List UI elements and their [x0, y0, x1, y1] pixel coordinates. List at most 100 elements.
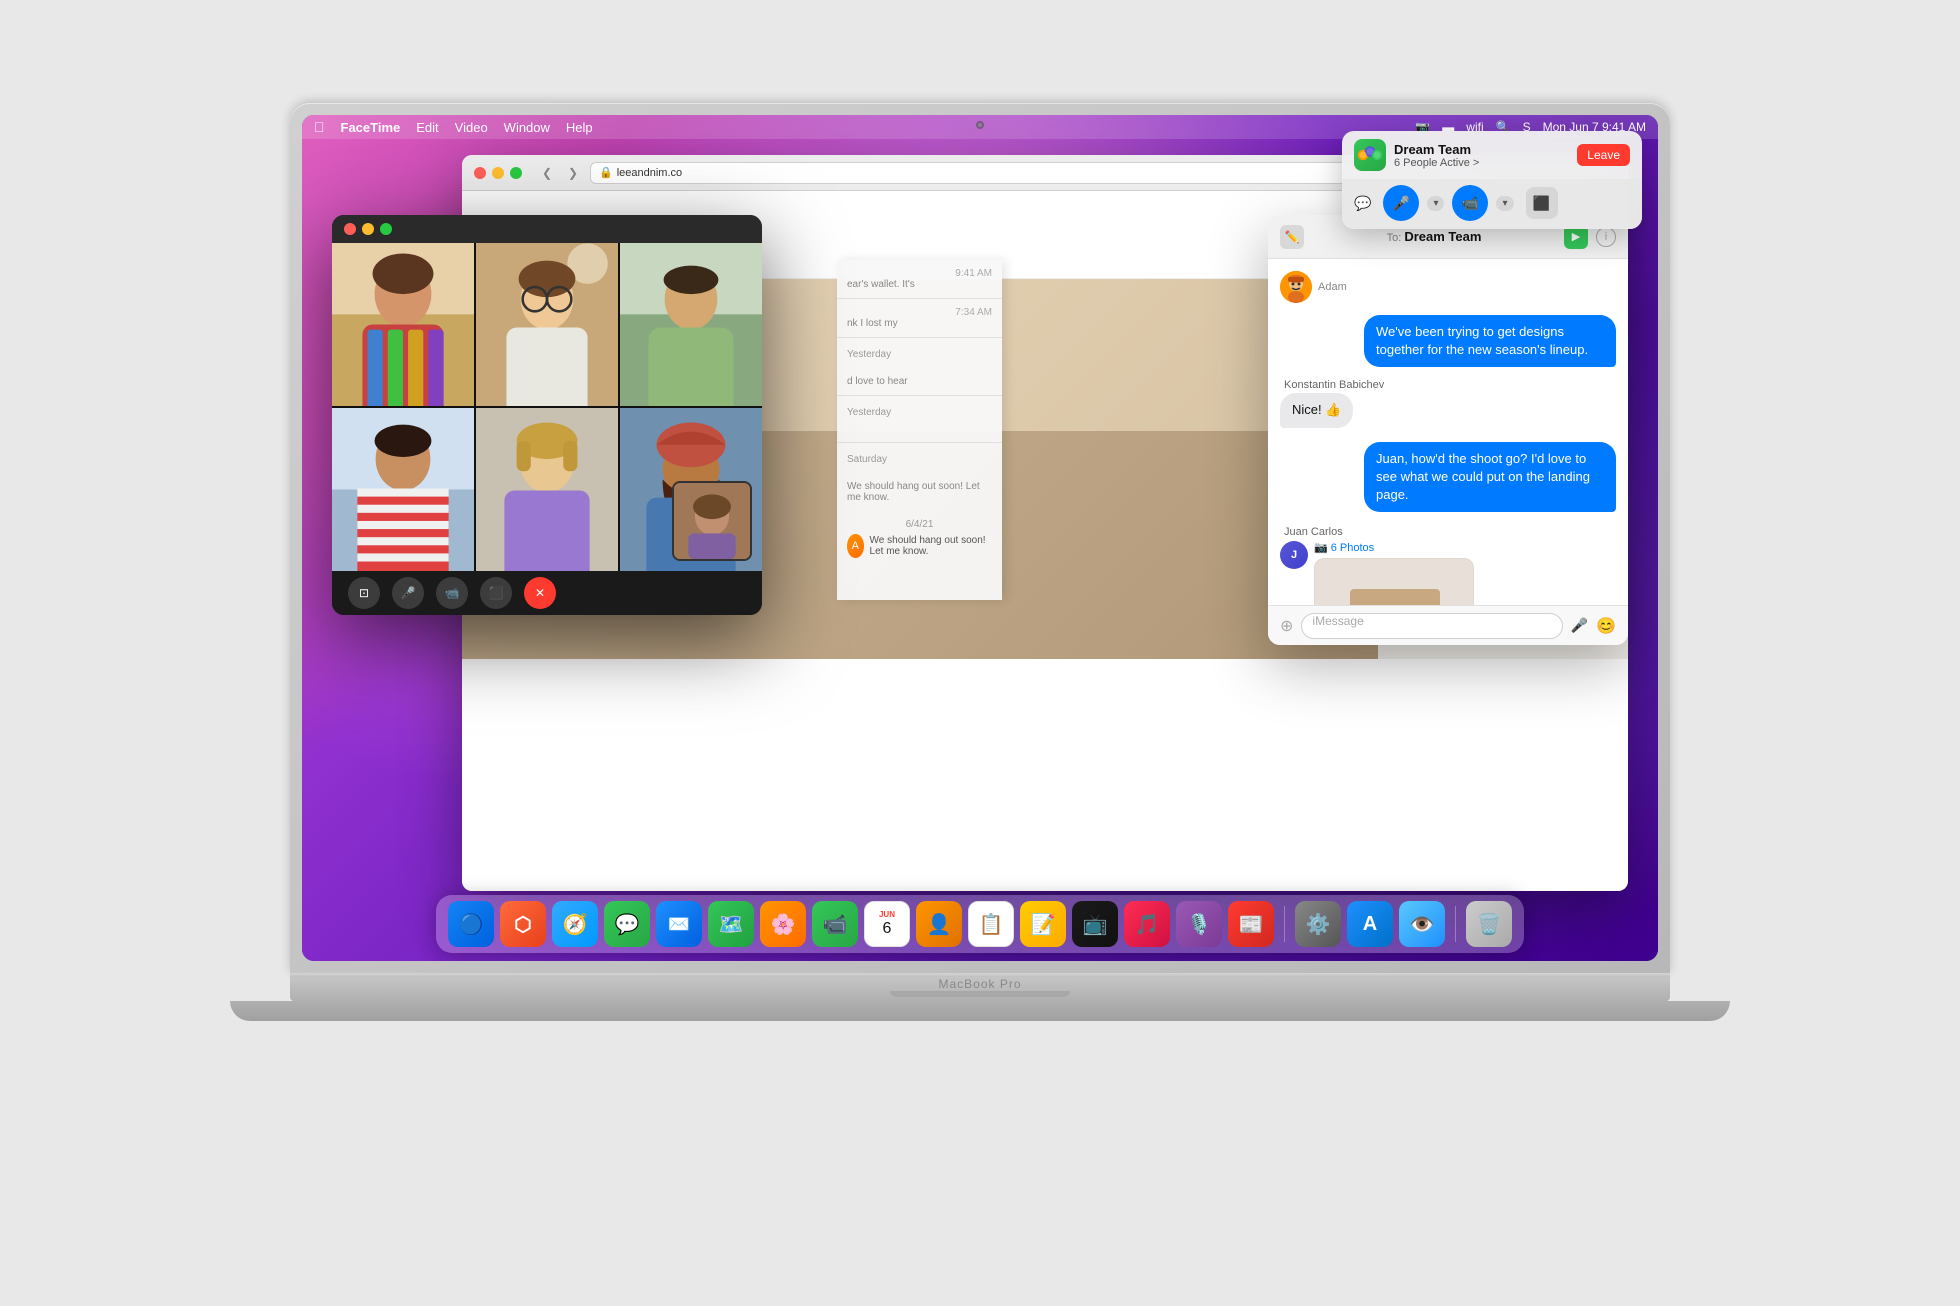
- juan-avatar: J: [1280, 541, 1308, 569]
- dock-systemprefs[interactable]: ⚙️: [1295, 901, 1341, 947]
- facetime-icon-svg: [1356, 141, 1384, 169]
- share-screen-button[interactable]: ⊡: [348, 577, 380, 609]
- video-dropdown[interactable]: ▾: [1496, 196, 1513, 211]
- camera-toggle-button[interactable]: 📹: [436, 577, 468, 609]
- message-bubble-1: We've been trying to get designs togethe…: [1364, 315, 1616, 367]
- conv-item-4[interactable]: [837, 426, 1002, 443]
- dock-maps[interactable]: 🗺️: [708, 901, 754, 947]
- person-1-avatar: [332, 243, 474, 406]
- photo-card[interactable]: ⬆: [1314, 558, 1474, 605]
- dock-appstore[interactable]: A: [1347, 901, 1393, 947]
- conv-time-yesterday2: Yesterday: [837, 396, 1002, 426]
- notification-title: Dream Team: [1394, 142, 1569, 157]
- menubar-left:  FaceTime Edit Video Window Help: [314, 119, 593, 135]
- conv-item-2[interactable]: 7:34 AM nk I lost my: [837, 299, 1002, 338]
- facetime-window: ⊡ 🎤 📹 ⬛ ✕: [332, 215, 762, 615]
- dock-launchpad[interactable]: ⬡: [500, 901, 546, 947]
- url-text[interactable]: leeandnim.co: [617, 167, 682, 179]
- notification-popup: Dream Team 6 People Active > Leave 💬 🎤 ▾: [1342, 131, 1642, 229]
- compose-icon[interactable]: ✏️: [1280, 225, 1304, 249]
- dock-reminders[interactable]: 📋: [968, 901, 1014, 947]
- imessage-placeholder: iMessage: [1312, 614, 1363, 628]
- juan-photos-message: Juan Carlos J 📷 6 Photos: [1280, 526, 1616, 605]
- close-button[interactable]: [474, 167, 486, 179]
- participant-5: [476, 408, 618, 571]
- messages-input-bar: ⊕ iMessage 🎤 😊: [1268, 605, 1628, 645]
- dock-appletv[interactable]: 📺: [1072, 901, 1118, 947]
- ft-minimize-button[interactable]: [362, 223, 374, 235]
- dock-notes[interactable]: 📝: [1020, 901, 1066, 947]
- imessage-input[interactable]: iMessage: [1301, 613, 1562, 639]
- dock-facetime[interactable]: 📹: [812, 901, 858, 947]
- person-3-avatar: [620, 243, 762, 406]
- screen:  FaceTime Edit Video Window Help 📷 ▬ wi…: [302, 115, 1658, 961]
- menu-window[interactable]: Window: [504, 120, 550, 135]
- dock-news[interactable]: 📰: [1228, 901, 1274, 947]
- dock-safari[interactable]: 🧭: [552, 901, 598, 947]
- conv-item-5[interactable]: We should hang out soon! Let me know.: [837, 473, 1002, 511]
- mic-control-button[interactable]: 🎤: [1383, 185, 1419, 221]
- mute-button[interactable]: 🎤: [392, 577, 424, 609]
- ft-maximize-button[interactable]: [380, 223, 392, 235]
- conv-item-3[interactable]: d love to hear: [837, 368, 1002, 396]
- ft-close-button[interactable]: [344, 223, 356, 235]
- apple-logo-icon[interactable]: : [314, 119, 325, 135]
- dock-trash[interactable]: 🗑️: [1466, 901, 1512, 947]
- dock-finder[interactable]: 🔵: [448, 901, 494, 947]
- end-call-button[interactable]: ✕: [524, 577, 556, 609]
- dock-photos[interactable]: 🌸: [760, 901, 806, 947]
- effects-button[interactable]: ⬛: [480, 577, 512, 609]
- audio-dropdown[interactable]: ▾: [1427, 196, 1444, 211]
- audio-input-icon[interactable]: 🎤: [1571, 617, 1588, 634]
- dock-podcasts[interactable]: 🎙️: [1176, 901, 1222, 947]
- conv-time-saturday: Saturday: [837, 443, 1002, 473]
- messages-panel: ✏️ To: Dream Team ▶ i: [1268, 215, 1628, 645]
- app-name[interactable]: FaceTime: [341, 120, 401, 135]
- address-bar[interactable]: 🔒 leeandnim.co: [590, 162, 1449, 184]
- message-bubble-3: Juan, how'd the shoot go? I'd love to se…: [1364, 442, 1616, 513]
- apps-icon[interactable]: ⊕: [1280, 616, 1293, 636]
- person-5-avatar: [476, 408, 618, 571]
- back-button[interactable]: ❮: [538, 164, 556, 182]
- conversation-list: 9:41 AM ear's wallet. It's 7:34 AM nk I …: [837, 260, 1002, 600]
- adam-avatar: [1280, 271, 1312, 303]
- dock-mail[interactable]: ✉️: [656, 901, 702, 947]
- notification-text: Dream Team 6 People Active >: [1394, 142, 1569, 169]
- macbook:  FaceTime Edit Video Window Help 📷 ▬ wi…: [250, 103, 1710, 1203]
- facetime-pip[interactable]: [672, 481, 752, 561]
- chair-photo-svg: [1315, 559, 1474, 605]
- facetime-controls: ⊡ 🎤 📹 ⬛ ✕: [332, 571, 762, 615]
- info-button[interactable]: i: [1596, 227, 1616, 247]
- message-text-1: We've been trying to get designs togethe…: [1376, 324, 1588, 357]
- dock-preview[interactable]: 👁️: [1399, 901, 1445, 947]
- konstantin-bubble-row: Nice! 👍: [1280, 393, 1616, 427]
- conv-item-1[interactable]: 9:41 AM ear's wallet. It's: [837, 260, 1002, 299]
- dock-contacts[interactable]: 👤: [916, 901, 962, 947]
- avatar-small: A: [847, 534, 864, 558]
- screen-share-button[interactable]: ⬛: [1526, 187, 1558, 219]
- messages-to-label: To: Dream Team: [1312, 228, 1556, 246]
- menu-video[interactable]: Video: [455, 120, 488, 135]
- menu-help[interactable]: Help: [566, 120, 593, 135]
- chat-bubble-icon[interactable]: 💬: [1354, 195, 1371, 212]
- forward-button[interactable]: ❯: [564, 164, 582, 182]
- dock-calendar[interactable]: JUN 6: [864, 901, 910, 947]
- traffic-lights: [474, 167, 522, 179]
- dock-messages[interactable]: 💬: [604, 901, 650, 947]
- person-4-avatar: [332, 408, 474, 571]
- camera-control-button[interactable]: 📹: [1452, 185, 1488, 221]
- maximize-button[interactable]: [510, 167, 522, 179]
- dock-music[interactable]: 🎵: [1124, 901, 1170, 947]
- leave-button[interactable]: Leave: [1577, 144, 1630, 166]
- photos-label[interactable]: 📷 6 Photos: [1314, 541, 1474, 554]
- menu-edit[interactable]: Edit: [416, 120, 438, 135]
- adam-intro: Adam: [1280, 271, 1616, 303]
- message-text-2: Nice! 👍: [1292, 402, 1341, 417]
- sent-message-1: We've been trying to get designs togethe…: [1280, 315, 1616, 367]
- minimize-button[interactable]: [492, 167, 504, 179]
- macbook-hinge-notch: [890, 991, 1070, 997]
- received-message-1: Konstantin Babichev Nice! 👍: [1280, 379, 1616, 427]
- lock-icon: 🔒: [599, 166, 613, 179]
- juan-name: Juan Carlos: [1284, 526, 1616, 538]
- emoji-icon[interactable]: 😊: [1596, 616, 1616, 636]
